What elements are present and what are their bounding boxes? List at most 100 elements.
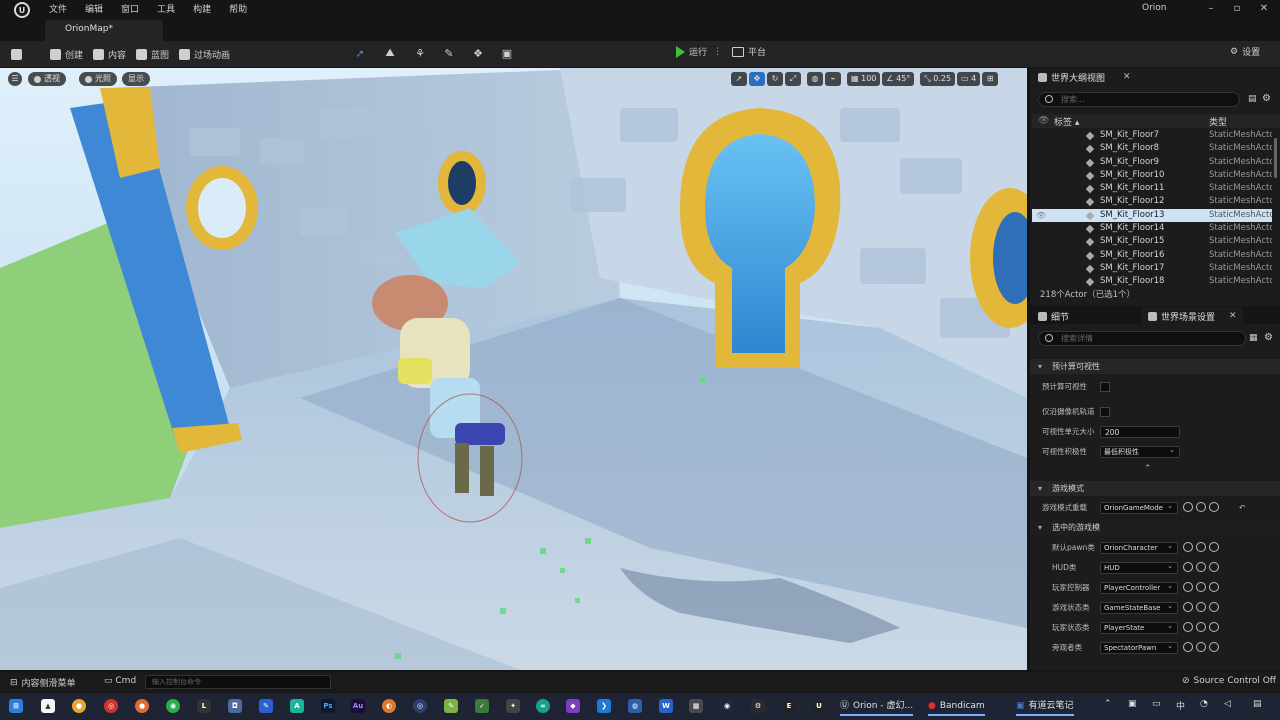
source-control-button[interactable]: ⊘ Source Control Off	[1182, 676, 1276, 686]
outliner-search-input[interactable]: 搜索...	[1038, 92, 1240, 107]
wechat-icon[interactable]: ◉	[166, 699, 180, 713]
scale-snap-button[interactable]: ⤡ 0.25	[920, 72, 956, 86]
aggressiveness-dropdown[interactable]: 最低积极性	[1100, 446, 1180, 458]
app-icon-8[interactable]: ✎	[259, 699, 273, 713]
content-button[interactable]: 内容	[88, 43, 131, 65]
find-icon[interactable]	[1196, 602, 1206, 612]
calculator-icon[interactable]: ▦	[689, 699, 703, 713]
add-icon[interactable]	[1209, 602, 1219, 612]
lighting-button[interactable]: 光照	[79, 72, 117, 86]
save-button[interactable]	[6, 43, 31, 65]
camera-icon[interactable]: ◘	[228, 699, 242, 713]
console-command-input[interactable]: 输入控制台命令	[145, 675, 331, 689]
menu-file[interactable]: 文件	[40, 0, 76, 20]
steam-icon[interactable]: ◉	[720, 699, 734, 713]
outliner-row[interactable]: SM_Kit_Floor14 StaticMeshActor	[1032, 222, 1272, 235]
perspective-button[interactable]: 透视	[28, 72, 66, 86]
menu-window[interactable]: 窗口	[112, 0, 148, 20]
details-search-input[interactable]: 搜索详情	[1038, 331, 1246, 346]
outliner-row[interactable]: SM_Kit_Floor9 StaticMeshActor	[1032, 156, 1272, 169]
app-icon-4[interactable]: ●	[135, 699, 149, 713]
minimize-icon[interactable]: –	[1203, 3, 1219, 17]
app-icon-15[interactable]: ✓	[475, 699, 489, 713]
outliner-row[interactable]: 👁 SM_Kit_Floor13 StaticMeshActor	[1032, 208, 1272, 223]
select-mode-icon[interactable]: ➚	[353, 46, 367, 60]
chrome-icon[interactable]: ●	[72, 699, 86, 713]
level-viewport[interactable]: ☰ 透视 光照 显示 ➚ ✥ ↻ ⤢ ◍ ⌁ ▦ 100 ∠ 45° ⤡ 0.2…	[0, 68, 1027, 670]
outliner-row[interactable]: SM_Kit_Floor10 StaticMeshActor	[1032, 169, 1272, 182]
add-folder-icon[interactable]: ▤	[1248, 94, 1257, 104]
browse-icon[interactable]	[1183, 602, 1193, 612]
fracture-mode-icon[interactable]: ❖	[471, 46, 485, 60]
type-column-header[interactable]: 类型	[1209, 115, 1227, 128]
notification-icon[interactable]: ▤	[1253, 699, 1262, 709]
tab-world-outliner[interactable]: 世界大纲视图 ✕	[1038, 68, 1131, 86]
unreal-logo-icon[interactable]: U	[12, 0, 32, 20]
visibility-eye-icon[interactable]: 👁	[1036, 209, 1046, 222]
volume-icon[interactable]: ◔	[1200, 699, 1208, 709]
mesh-paint-mode-icon[interactable]: ✎	[442, 46, 456, 60]
scale-tool-icon[interactable]: ⤢	[785, 72, 801, 86]
outliner-scrollbar[interactable]	[1274, 138, 1277, 178]
outliner-settings-icon[interactable]: ⚙	[1262, 93, 1271, 104]
menu-build[interactable]: 构建	[184, 0, 220, 20]
windows-start-icon[interactable]: ⊞	[9, 699, 23, 713]
select-tool-icon[interactable]: ➚	[731, 72, 747, 86]
outliner-row[interactable]: SM_Kit_Floor16 StaticMeshActor	[1032, 249, 1272, 262]
collapse-advanced-icon[interactable]: ⌃	[1144, 464, 1152, 474]
default-pawn-dropdown[interactable]: OrionCharacter	[1100, 542, 1178, 554]
app-icon-17[interactable]: ∞	[536, 699, 550, 713]
maximize-icon[interactable]: ▫	[1229, 3, 1245, 17]
add-icon[interactable]	[1209, 542, 1219, 552]
app-icon-9[interactable]: A	[290, 699, 304, 713]
viewport-layout-icon[interactable]: ⊞	[982, 72, 999, 86]
app-icon-21[interactable]: W	[659, 699, 673, 713]
speaker-icon[interactable]: ◁	[1224, 699, 1231, 709]
add-icon[interactable]	[1209, 502, 1219, 512]
settings-button[interactable]: ⚙ 设置	[1230, 45, 1260, 59]
menu-help[interactable]: 帮助	[220, 0, 256, 20]
close-window-icon[interactable]: ✕	[1256, 3, 1272, 17]
find-icon[interactable]	[1196, 642, 1206, 652]
find-icon[interactable]	[1196, 542, 1206, 552]
live-icon[interactable]: L	[197, 699, 211, 713]
browse-icon[interactable]	[1183, 502, 1193, 512]
browse-icon[interactable]	[1183, 622, 1193, 632]
menu-edit[interactable]: 编辑	[76, 0, 112, 20]
app-icon-24[interactable]: ⚙	[751, 699, 765, 713]
find-icon[interactable]	[1196, 502, 1206, 512]
taskbar-app-bandicam[interactable]: ● Bandicam	[928, 698, 985, 716]
app-icon-14[interactable]: ✎	[444, 699, 458, 713]
unreal-icon[interactable]: U	[812, 699, 826, 713]
app-icon-16[interactable]: ✦	[506, 699, 520, 713]
photoshop-icon[interactable]: Ps	[321, 699, 335, 713]
cinematics-button[interactable]: 过场动画	[174, 43, 235, 65]
precomputed-visibility-checkbox[interactable]	[1100, 382, 1110, 392]
rotation-snap-button[interactable]: ∠ 45°	[882, 72, 915, 86]
details-grid-view-icon[interactable]: ▦	[1249, 333, 1258, 343]
outliner-row[interactable]: SM_Kit_Floor15 StaticMeshActor	[1032, 235, 1272, 248]
outliner-row[interactable]: SM_Kit_Floor18 StaticMeshActor	[1032, 275, 1272, 286]
vscode-icon[interactable]: ❯	[597, 699, 611, 713]
play-options-button[interactable]: ⋮	[713, 47, 722, 57]
app-icon-13[interactable]: ◎	[413, 699, 427, 713]
outliner-row[interactable]: SM_Kit_Floor17 StaticMeshActor	[1032, 262, 1272, 275]
tab-world-settings[interactable]: 世界场景设置 ✕	[1142, 307, 1243, 325]
netease-icon[interactable]: ◎	[104, 699, 118, 713]
close-world-settings-icon[interactable]: ✕	[1229, 311, 1237, 321]
section-game-mode[interactable]: 游戏模式	[1030, 481, 1280, 496]
find-icon[interactable]	[1196, 622, 1206, 632]
blueprint-button[interactable]: 蓝图	[131, 43, 174, 65]
platforms-button[interactable]: 平台	[732, 45, 766, 58]
section-selected-game-mode[interactable]: 选中的游戏模	[1030, 520, 1280, 535]
tab-details[interactable]: 细节	[1038, 307, 1069, 325]
details-settings-icon[interactable]: ⚙	[1264, 332, 1273, 343]
player-controller-dropdown[interactable]: PlayerController	[1100, 582, 1178, 594]
taskbar-app-orion[interactable]: Ⓤ Orion - 虚幻...	[840, 698, 914, 716]
network-icon[interactable]: ▭	[1152, 699, 1161, 709]
grid-snap-button[interactable]: ▦ 100	[847, 72, 881, 86]
browse-icon[interactable]	[1183, 582, 1193, 592]
reset-icon[interactable]: ↶	[1239, 499, 1245, 517]
scene-render[interactable]	[0, 68, 1027, 670]
rotate-tool-icon[interactable]: ↻	[767, 72, 783, 86]
